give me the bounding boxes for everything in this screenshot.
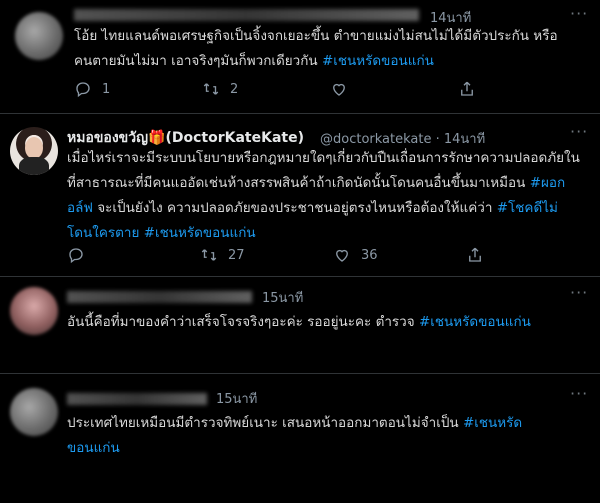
tweet-text: เมื่อไหร่เราจะมีระบบนโยบายหรือกฎหมายใดๆเ… — [67, 150, 580, 241]
hashtag[interactable]: #เชนหรัดขอนแก่น — [144, 225, 256, 241]
share-button[interactable] — [458, 80, 476, 98]
author-name-redacted — [74, 9, 419, 21]
avatar[interactable] — [10, 287, 58, 335]
share-button[interactable] — [466, 246, 484, 264]
tweet-text: ประเทศไทยเหมือนมีตำรวจทิพย์เนาะ เสนอหน้า… — [67, 415, 523, 456]
heart-icon — [336, 249, 348, 262]
share-icon — [469, 247, 481, 262]
more-dots-icon[interactable]: ··· — [570, 122, 588, 141]
tweet-actions: 1 2 — [74, 80, 594, 100]
reply-button[interactable]: 1 — [74, 80, 110, 98]
retweet-icon — [201, 249, 217, 261]
more-dots-icon[interactable]: ··· — [570, 283, 588, 302]
reply-icon — [69, 248, 83, 264]
reply-button[interactable] — [67, 246, 95, 264]
avatar[interactable] — [10, 388, 58, 436]
retweet-button[interactable]: 27 — [200, 246, 245, 264]
more-dots-icon[interactable]: ··· — [570, 384, 588, 403]
reply-icon — [76, 82, 90, 98]
tweet-2[interactable]: หมอของขวัญ🎁(DoctorKateKate) @doctorkatek… — [0, 114, 600, 275]
hashtag[interactable]: #เชนหรัด — [463, 415, 522, 431]
avatar[interactable] — [10, 127, 58, 175]
tweet-text: โอ้ย ไทยแลนด์พอเศรษฐกิจเป็นจิ้งจกเยอะขึ้… — [74, 28, 558, 69]
tweet-actions: 27 36 — [67, 246, 587, 266]
share-icon — [461, 81, 473, 96]
tweet-feed: 14นาที ··· โอ้ย ไทยแลนด์พอเศรษฐกิจเป็นจิ… — [0, 0, 600, 503]
like-button[interactable] — [330, 80, 358, 98]
author-name-redacted — [67, 291, 252, 303]
tweet-3[interactable]: 15นาที ··· อันนี้คือที่มาของคำว่าเสร็จโจ… — [0, 277, 600, 372]
more-dots-icon[interactable]: ··· — [570, 4, 588, 23]
hashtag[interactable]: #เชนหรัดขอนแก่น — [322, 53, 434, 69]
hashtag[interactable]: ขอนแก่น — [67, 440, 120, 456]
tweet-text: อันนี้คือที่มาของคำว่าเสร็จโจรจริงๆอะค่ะ… — [67, 314, 531, 330]
avatar[interactable] — [15, 12, 63, 60]
like-button[interactable]: 36 — [333, 246, 378, 264]
timestamp[interactable]: 15นาที — [262, 287, 303, 308]
tweet-4[interactable]: 15นาที ··· ประเทศไทยเหมือนมีตำรวจทิพย์เน… — [0, 374, 600, 503]
tweet-1[interactable]: 14นาที ··· โอ้ย ไทยแลนด์พอเศรษฐกิจเป็นจิ… — [0, 0, 600, 113]
retweet-button[interactable]: 2 — [202, 80, 238, 98]
retweet-icon — [203, 83, 219, 95]
heart-icon — [333, 83, 345, 96]
author-name-redacted — [67, 393, 207, 405]
timestamp[interactable]: 15นาที — [216, 388, 257, 409]
hashtag[interactable]: #เชนหรัดขอนแก่น — [419, 314, 531, 330]
